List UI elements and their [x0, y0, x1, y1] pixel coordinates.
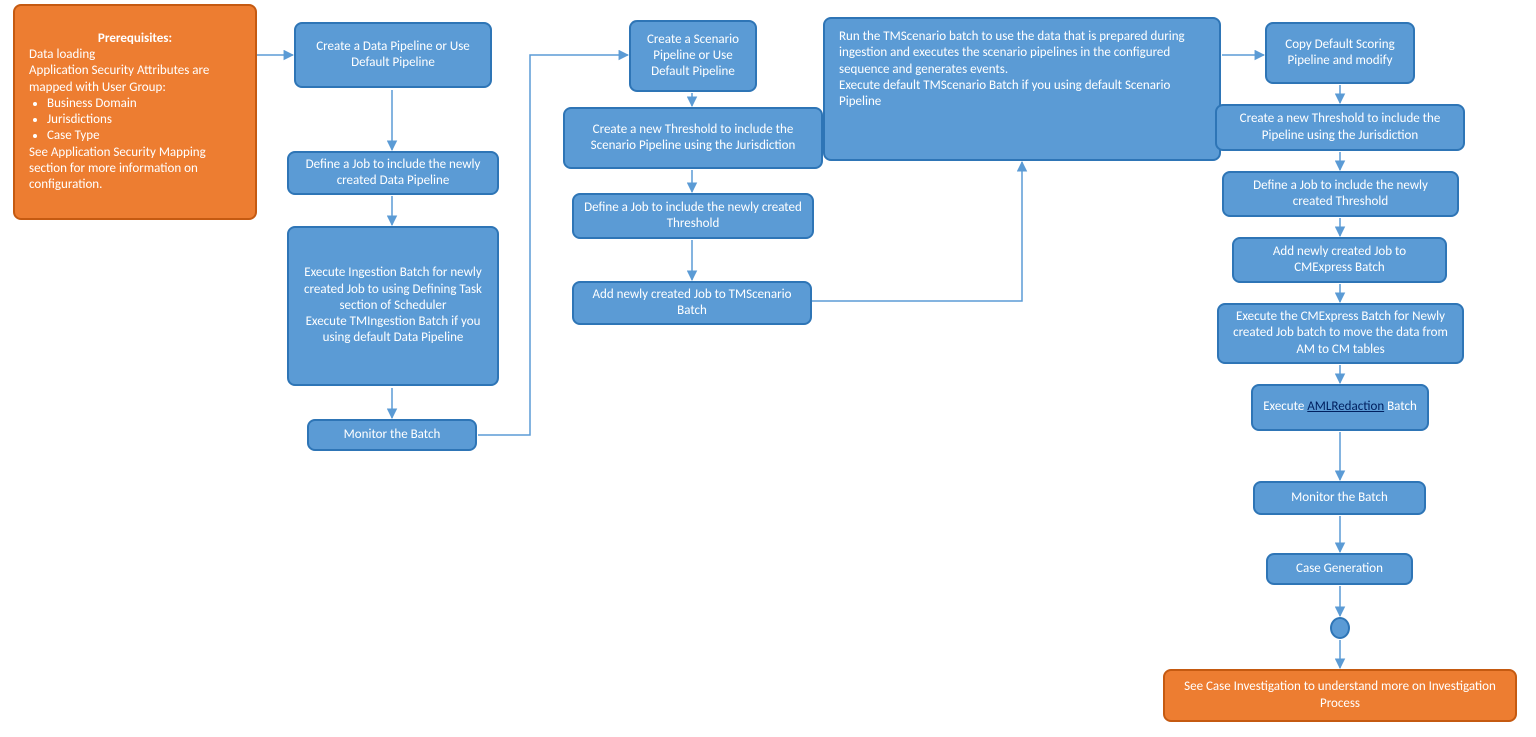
prereq-bullet: Jurisdictions: [47, 112, 241, 128]
node-copy-scoring-pipeline: Copy Default Scoring Pipeline and modify: [1265, 22, 1415, 84]
node-execute-ingestion-batch: Execute Ingestion Batch for newly create…: [287, 226, 499, 386]
prereq-bullet: Case Type: [47, 128, 241, 144]
node-add-job-cmexpress: Add newly created Job to CMExpress Batch: [1232, 237, 1447, 283]
node-define-job-threshold-1: Define a Job to include the newly create…: [572, 193, 814, 239]
node-monitor-batch-1: Monitor the Batch: [307, 419, 477, 451]
text-post: Batch: [1384, 399, 1417, 414]
node-see-case-investigation: See Case Investigation to understand mor…: [1163, 669, 1517, 722]
prereq-title: Prerequisites:: [29, 31, 241, 47]
node-create-scenario-pipeline: Create a Scenario Pipeline or Use Defaul…: [629, 20, 757, 92]
text-pre: Execute: [1263, 399, 1307, 414]
node-execute-amlredaction: Execute AMLRedaction Batch: [1251, 384, 1429, 431]
node-monitor-batch-2: Monitor the Batch: [1253, 481, 1426, 515]
prereq-line3: See Application Security Mapping section…: [29, 145, 206, 193]
prereq-line1: Data loading: [29, 47, 95, 62]
node-define-job-threshold-2: Define a Job to include the newly create…: [1222, 171, 1459, 217]
node-node-oval-placeholder: [1330, 617, 1350, 639]
prereq-line2: Application Security Attributes are mapp…: [29, 63, 209, 94]
node-case-generation: Case Generation: [1266, 553, 1413, 585]
node-prerequisites: Prerequisites: Data loading Application …: [13, 4, 257, 220]
node-add-job-tmscenario: Add newly created Job to TMScenario Batc…: [572, 281, 812, 325]
node-create-threshold-pipeline: Create a new Threshold to include the Pi…: [1215, 104, 1465, 151]
node-create-data-pipeline: Create a Data Pipeline or Use Default Pi…: [294, 22, 492, 88]
node-create-threshold-scenario: Create a new Threshold to include the Sc…: [563, 107, 823, 169]
amlredaction-link[interactable]: AMLRedaction: [1307, 399, 1384, 414]
node-run-tmscenario-batch: Run the TMScenario batch to use the data…: [823, 17, 1221, 161]
node-define-job-data-pipeline: Define a Job to include the newly create…: [287, 151, 499, 195]
node-execute-cmexpress-batch: Execute the CMExpress Batch for Newly cr…: [1217, 303, 1464, 364]
prereq-bullet: Business Domain: [47, 96, 241, 112]
